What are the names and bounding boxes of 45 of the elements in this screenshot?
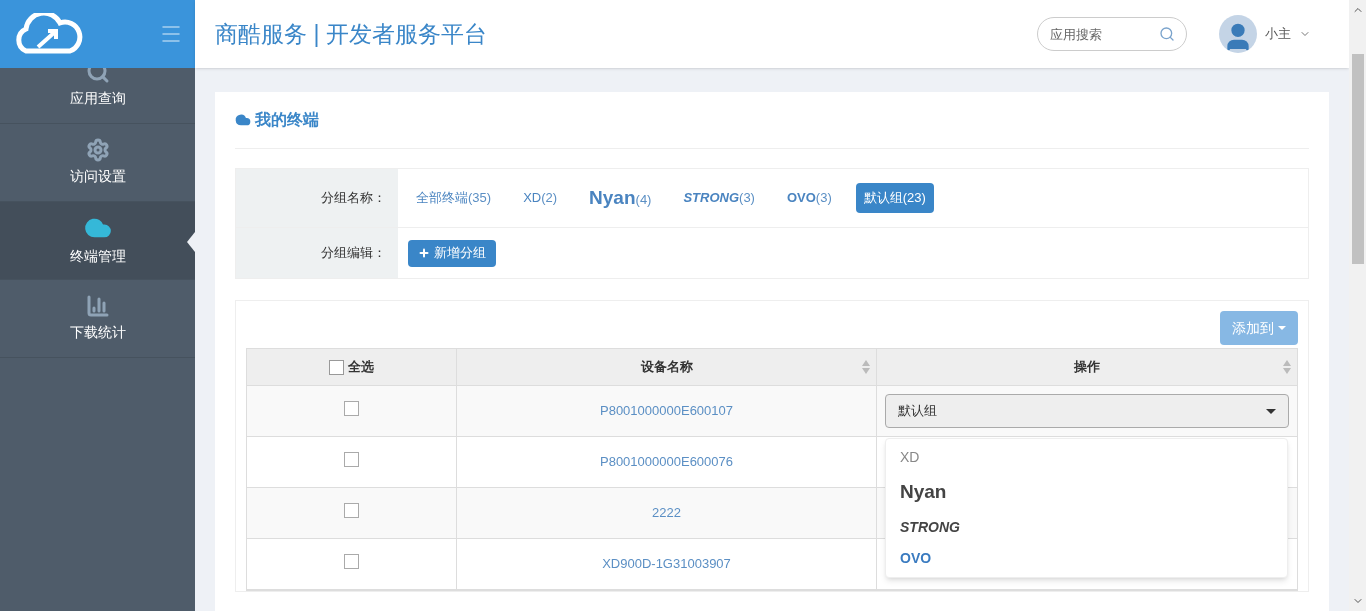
checkbox[interactable] [344, 503, 359, 518]
sort-icon [862, 360, 870, 374]
column-header[interactable]: 全选 [247, 349, 457, 385]
cloud-icon [235, 112, 251, 128]
plus-icon [418, 247, 430, 259]
checkbox[interactable] [344, 401, 359, 416]
dropdown-option[interactable]: STRONG [900, 516, 1273, 538]
group-link[interactable]: STRONG(3) [675, 184, 763, 212]
device-link[interactable]: P8001000000E600076 [600, 452, 733, 472]
device-link[interactable]: P8001000000E600107 [600, 401, 733, 421]
chart-icon [85, 294, 110, 318]
sort-icon [1283, 360, 1291, 374]
caret-icon [1266, 408, 1276, 414]
dropdown-option[interactable]: Nyan [900, 478, 1273, 507]
group-link[interactable]: OVO(3) [778, 184, 840, 212]
settings-icon [85, 138, 110, 162]
group-link[interactable]: XD(2) [515, 184, 566, 212]
group-link[interactable]: Nyan(4) [581, 179, 660, 217]
checkbox[interactable] [329, 359, 344, 375]
checkbox[interactable] [344, 554, 359, 569]
search-icon[interactable] [1159, 26, 1175, 42]
avatar[interactable] [1219, 15, 1257, 53]
field-label: 分组编辑： [321, 244, 386, 263]
field-label: 分组名称： [321, 189, 386, 208]
column-header[interactable]: 操作 [877, 349, 1297, 385]
device-link[interactable]: 2222 [652, 503, 681, 523]
scrollbar[interactable] [1349, 0, 1366, 611]
active-pointer [187, 232, 195, 252]
scroll-thumb[interactable] [1351, 54, 1364, 264]
checkbox[interactable] [344, 452, 359, 467]
site-title: 商酷服务 | 开发者服务平台 [215, 19, 487, 49]
dropdown-option[interactable]: OVO [900, 547, 1273, 569]
caret-icon [1278, 326, 1286, 330]
group-link[interactable]: 默认组(23) [855, 183, 934, 213]
panel-title: 我的终端 [255, 110, 319, 130]
group-select[interactable]: 默认组 [885, 394, 1289, 428]
search-field[interactable]: 应用搜索 [1037, 17, 1187, 51]
sidebar-item[interactable]: 应用查询 [0, 68, 195, 124]
user-name[interactable]: 小主 [1265, 24, 1291, 44]
column-header[interactable]: 设备名称 [457, 349, 877, 385]
sidebar-item[interactable]: 终端管理 [0, 202, 195, 280]
device-link[interactable]: XD900D-1G31003907 [602, 554, 731, 574]
dropdown-option[interactable]: XD [900, 447, 1273, 468]
group-link[interactable]: 全部终端(35) [408, 184, 500, 212]
add-group-button[interactable]: 新增分组 [408, 239, 496, 267]
